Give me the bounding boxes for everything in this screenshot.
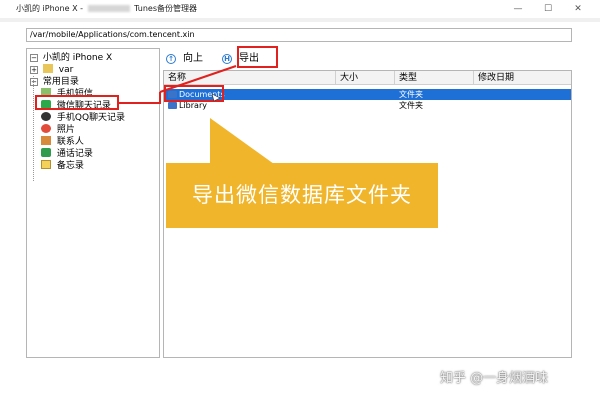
up-button[interactable]: ↑ 向上 <box>166 52 203 66</box>
list-item-documents[interactable]: Documents 文件夹 <box>164 89 571 100</box>
title-bar: 小凯的 iPhone X - Tunes备份管理器 — ☐ ✕ <box>0 0 600 18</box>
minimize-button[interactable]: — <box>503 0 533 18</box>
tree-item-label: 联系人 <box>56 137 84 147</box>
highlight-wechat <box>35 95 119 110</box>
up-label: 向上 <box>183 53 203 64</box>
tree-item-contacts[interactable]: 联系人 <box>41 136 84 148</box>
callout-box: 导出微信数据库文件夹 <box>166 163 438 228</box>
tree-item-qq[interactable]: 手机QQ聊天记录 <box>41 112 125 124</box>
window-title-prefix: 小凯的 iPhone X - <box>16 4 83 13</box>
highlight-documents <box>164 85 224 102</box>
file-name: Library <box>179 101 207 110</box>
phone-icon <box>41 148 51 157</box>
expand-icon[interactable]: + <box>30 66 38 74</box>
folder-icon <box>42 64 53 73</box>
column-header-date[interactable]: 修改日期 <box>474 71 571 85</box>
window-title-suffix: Tunes备份管理器 <box>134 4 197 13</box>
file-type: 文件夹 <box>399 101 423 110</box>
collapse-icon[interactable]: − <box>30 54 38 62</box>
window-frame <box>0 18 600 22</box>
photo-icon <box>41 124 51 133</box>
column-header-type[interactable]: 类型 <box>395 71 474 85</box>
watermark: 知乎 @一身烟酒味 <box>440 371 549 386</box>
notes-icon <box>41 160 51 169</box>
tree-guide-line <box>33 76 34 181</box>
maximize-button[interactable]: ☐ <box>533 0 563 18</box>
tree-item-notes[interactable]: 备忘录 <box>41 160 84 172</box>
path-input[interactable]: /var/mobile/Applications/com.tencent.xin <box>26 28 572 42</box>
tree-item-common[interactable]: − 常用目录 <box>30 76 79 88</box>
tree-item-label: 常用目录 <box>42 77 79 87</box>
column-header-size[interactable]: 大小 <box>336 71 395 85</box>
tree-item-label: var <box>58 65 74 75</box>
tree-item-root[interactable]: − 小凯的 iPhone X <box>30 52 112 64</box>
contacts-icon <box>41 136 51 145</box>
tree-item-label: 照片 <box>56 125 75 135</box>
tree-item-photos[interactable]: 照片 <box>41 124 75 136</box>
export-icon: H <box>222 54 232 64</box>
file-type: 文件夹 <box>399 90 423 99</box>
tree-item-var[interactable]: + var <box>30 64 73 76</box>
window-title: 小凯的 iPhone X - Tunes备份管理器 <box>16 3 197 14</box>
close-button[interactable]: ✕ <box>563 0 593 18</box>
folder-icon <box>168 102 177 109</box>
column-header-name[interactable]: 名称 <box>164 71 336 85</box>
arrow-up-icon: ↑ <box>166 54 176 64</box>
qq-icon <box>41 112 51 121</box>
list-header: 名称 大小 类型 修改日期 <box>164 71 571 85</box>
tree-item-label: 手机QQ聊天记录 <box>56 113 126 123</box>
redacted-text <box>87 5 130 12</box>
tree-item-calls[interactable]: 通话记录 <box>41 148 93 160</box>
tree-item-label: 备忘录 <box>56 161 84 171</box>
collapse-icon[interactable]: − <box>30 78 38 86</box>
callout-text: 导出微信数据库文件夹 <box>192 183 412 207</box>
tree-item-label: 小凯的 iPhone X <box>42 53 113 63</box>
tree-item-label: 通话记录 <box>56 149 93 159</box>
highlight-export <box>237 46 278 68</box>
list-item-library[interactable]: Library 文件夹 <box>164 100 571 111</box>
